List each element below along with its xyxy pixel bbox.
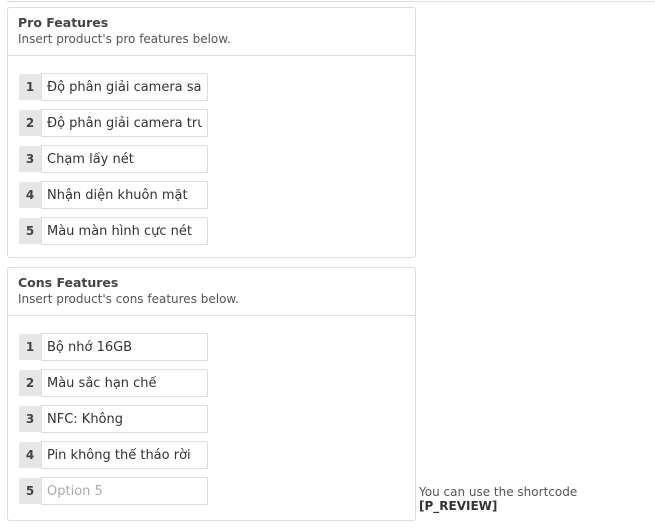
cons-feature-input-3[interactable] [41, 405, 208, 433]
row-number: 2 [19, 110, 41, 136]
pro-feature-input-3[interactable] [41, 145, 208, 173]
previous-box-border [7, 0, 655, 2]
row-number: 5 [19, 478, 41, 504]
row-number: 4 [19, 442, 41, 468]
shortcode: [P_REVIEW] [419, 499, 498, 513]
cons-features-box: Cons Features Insert product's cons feat… [7, 267, 416, 521]
cons-features-title: Cons Features [18, 275, 119, 290]
cons-row-5: 5 [19, 477, 208, 505]
row-number: 3 [19, 146, 41, 172]
shortcode-note: You can use the shortcode [P_REVIEW] [419, 485, 655, 513]
pro-features-description: Insert product's pro features below. [18, 32, 231, 46]
row-number: 2 [19, 370, 41, 396]
pro-row-2: 2 [19, 109, 208, 137]
pro-feature-input-1[interactable] [41, 73, 208, 101]
cons-row-3: 3 [19, 405, 208, 433]
cons-row-1: 1 [19, 333, 208, 361]
cons-row-4: 4 [19, 441, 208, 469]
row-number: 4 [19, 182, 41, 208]
row-number: 1 [19, 74, 41, 100]
pro-row-3: 3 [19, 145, 208, 173]
row-number: 3 [19, 406, 41, 432]
cons-row-2: 2 [19, 369, 208, 397]
pro-feature-input-4[interactable] [41, 181, 208, 209]
row-number: 1 [19, 334, 41, 360]
pro-row-1: 1 [19, 73, 208, 101]
pro-feature-input-5[interactable] [41, 217, 208, 245]
row-number: 5 [19, 218, 41, 244]
cons-feature-input-2[interactable] [41, 369, 208, 397]
cons-feature-input-1[interactable] [41, 333, 208, 361]
pro-features-box: Pro Features Insert product's pro featur… [7, 7, 416, 258]
cons-feature-input-5[interactable] [41, 477, 208, 505]
pro-features-title: Pro Features [18, 15, 109, 30]
pro-feature-input-2[interactable] [41, 109, 208, 137]
cons-feature-input-4[interactable] [41, 441, 208, 469]
shortcode-note-text: You can use the shortcode [419, 485, 578, 499]
cons-features-description: Insert product's cons features below. [18, 292, 239, 306]
pro-row-5: 5 [19, 217, 208, 245]
pro-row-4: 4 [19, 181, 208, 209]
